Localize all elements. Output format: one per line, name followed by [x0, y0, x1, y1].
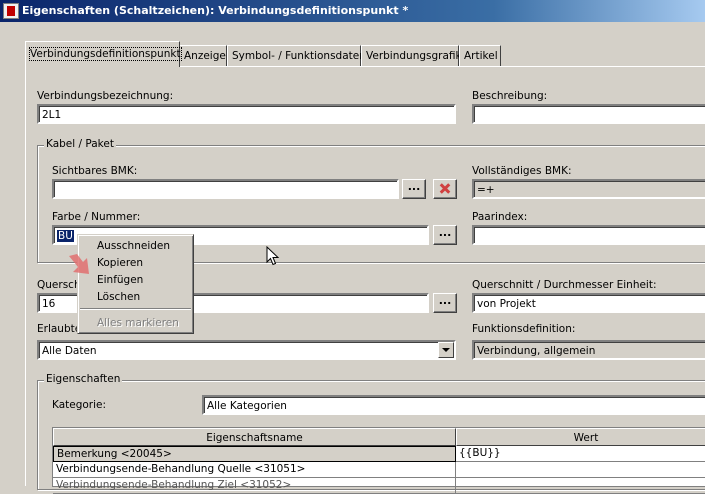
vollstaendiges-bmk-field: =+ — [472, 179, 705, 199]
table-row-name[interactable]: Verbindungsende-Behandlung Quelle <31051… — [53, 462, 456, 478]
erlaubte-label: Erlaubte — [37, 323, 82, 335]
funktionsdefinition-label: Funktionsdefinition: — [472, 323, 576, 335]
context-menu: Ausschneiden Kopieren Einfügen Löschen A… — [77, 234, 194, 334]
tab-verbindungsgrafik[interactable]: Verbindungsgrafik — [361, 45, 462, 66]
table-row-name[interactable]: Verbindungsende-Behandlung Ziel <31052> — [53, 478, 456, 494]
farbe-nummer-browse-button[interactable]: ... — [433, 225, 457, 245]
arrow-pointer-icon — [69, 254, 89, 274]
tab-label: Verbindungsdefinitionspunkt — [29, 47, 182, 61]
tab-symbol-funktionsdaten[interactable]: Symbol- / Funktionsdaten — [227, 45, 366, 66]
menu-item-einfuegen[interactable]: Einfügen — [97, 274, 143, 286]
tab-label: Anzeige — [184, 50, 226, 62]
verbindungsbezeichnung-field[interactable]: 2L1 — [37, 104, 456, 124]
querschnitt-einheit-field[interactable]: von Projekt — [472, 293, 705, 313]
table-row-name[interactable]: Bemerkung <20045> — [53, 446, 456, 462]
table-row-value[interactable] — [456, 478, 705, 494]
erlaubte-value: Alle Daten — [42, 345, 97, 357]
sichtbares-bmk-label: Sichtbares BMK: — [52, 165, 138, 177]
group-title: Eigenschaften — [44, 373, 123, 385]
tab-artikel[interactable]: Artikel — [459, 45, 501, 66]
table-row-value[interactable] — [456, 462, 705, 478]
beschreibung-label: Beschreibung: — [472, 90, 548, 102]
querschnitt-einheit-label: Querschnitt / Durchmesser Einheit: — [472, 279, 657, 291]
beschreibung-field[interactable] — [472, 104, 705, 124]
selected-text: BU — [57, 230, 74, 242]
paarindex-field[interactable] — [472, 225, 705, 245]
tab-label: Artikel — [464, 50, 498, 62]
menu-item-loeschen[interactable]: Löschen — [97, 291, 140, 303]
erlaubte-select[interactable]: Alle Daten — [37, 340, 456, 360]
tab-verbindungsdefinitionspunkt[interactable]: Verbindungsdefinitionspunkt — [25, 41, 182, 67]
tab-anzeige[interactable]: Anzeige — [179, 45, 227, 66]
vollstaendiges-bmk-label: Vollständiges BMK: — [472, 165, 572, 177]
sichtbares-bmk-field[interactable] — [52, 179, 399, 199]
menu-item-alles-markieren: Alles markieren — [97, 317, 179, 329]
mouse-cursor-icon — [266, 246, 280, 266]
funktionsdefinition-field: Verbindung, allgemein — [472, 340, 705, 360]
properties-table: Eigenschaftsname Wert Bemerkung <20045> … — [52, 427, 705, 494]
app-icon — [3, 3, 19, 19]
group-title: Kabel / Paket — [44, 138, 116, 150]
tab-label: Verbindungsgrafik — [366, 50, 462, 62]
kategorie-label: Kategorie: — [52, 399, 107, 411]
menu-separator — [80, 308, 191, 310]
querschnitt-browse-button[interactable]: ... — [433, 293, 457, 313]
paarindex-label: Paarindex: — [472, 211, 528, 223]
window-title: Eigenschaften (Schaltzeichen): Verbindun… — [22, 4, 409, 17]
delete-icon[interactable] — [433, 179, 457, 199]
tab-label: Symbol- / Funktionsdaten — [232, 50, 366, 62]
sichtbares-bmk-browse-button[interactable]: ... — [402, 179, 426, 199]
column-header-wert[interactable]: Wert — [456, 428, 705, 446]
farbe-nummer-label: Farbe / Nummer: — [52, 211, 141, 223]
table-row-value[interactable]: {{BU}} — [456, 446, 705, 462]
column-header-eigenschaftsname[interactable]: Eigenschaftsname — [53, 428, 456, 446]
verbindungsbezeichnung-label: Verbindungsbezeichnung: — [37, 90, 174, 102]
title-bar: Eigenschaften (Schaltzeichen): Verbindun… — [0, 0, 705, 22]
chevron-down-icon[interactable] — [438, 342, 454, 358]
kategorie-select[interactable]: Alle Kategorien — [202, 395, 705, 415]
menu-item-ausschneiden[interactable]: Ausschneiden — [97, 240, 170, 252]
menu-item-kopieren[interactable]: Kopieren — [97, 257, 143, 269]
